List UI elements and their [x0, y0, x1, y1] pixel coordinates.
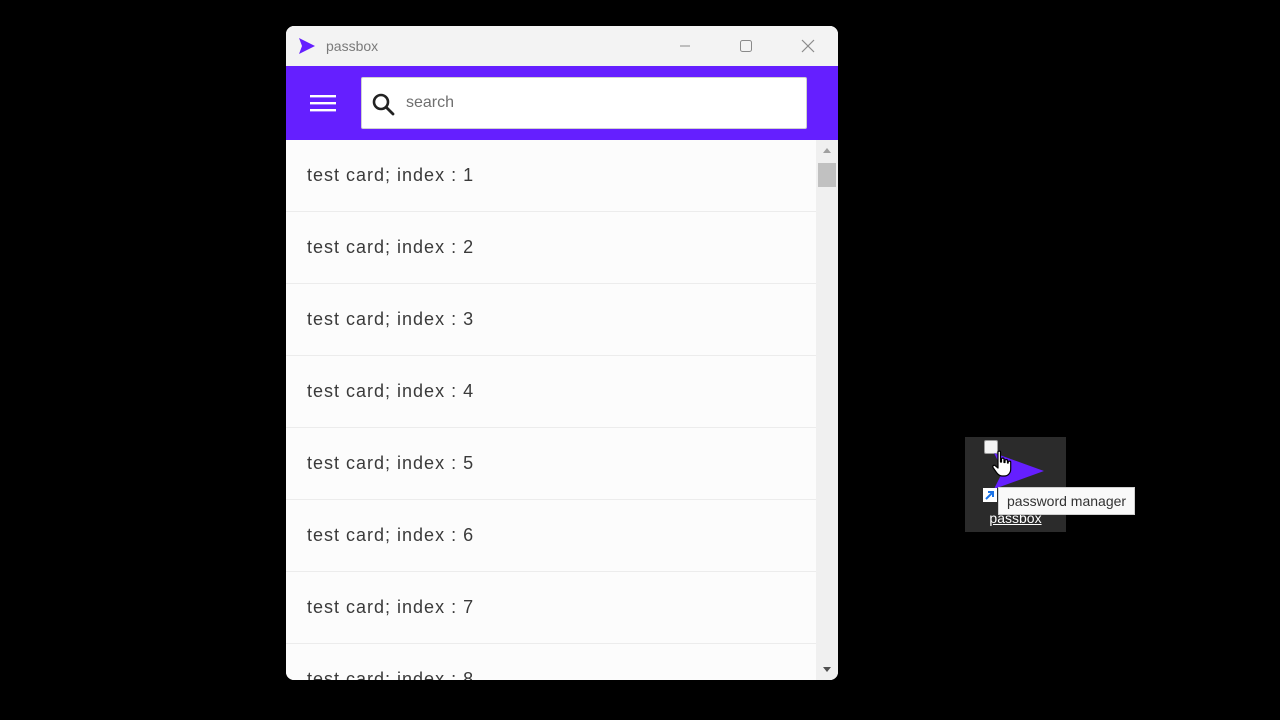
list-item-label: test card; index : 6 — [307, 525, 475, 545]
window-title: passbox — [326, 38, 379, 54]
list-item-label: test card; index : 2 — [307, 237, 475, 257]
list-item-label: test card; index : 7 — [307, 597, 475, 617]
list-item-label: test card; index : 1 — [307, 165, 475, 185]
search-box[interactable] — [361, 77, 807, 129]
caret-down-icon — [823, 667, 831, 672]
hand-pointer-icon — [992, 450, 1012, 477]
app-window: passbox search test card; index: 1 test… — [286, 26, 838, 680]
caret-up-icon — [823, 148, 831, 153]
minimize-button[interactable] — [662, 26, 708, 66]
close-button[interactable] — [785, 26, 831, 66]
desktop: passbox search test card; index: 1 test… — [0, 0, 1280, 720]
minimize-icon — [680, 45, 690, 47]
list-item[interactable]: test card; index : 1 — [286, 140, 816, 212]
send-arrow-icon — [299, 38, 315, 54]
search-icon — [372, 93, 395, 116]
list-item-label: test card; index : 8 — [307, 669, 475, 680]
maximize-icon — [740, 40, 752, 52]
shortcut-arrow-icon — [983, 488, 997, 502]
list-item[interactable]: test card; index : 8 — [286, 644, 816, 680]
list-item-label: test card; index : 5 — [307, 453, 475, 473]
list-item[interactable]: test card; index : 7 — [286, 572, 816, 644]
hamburger-menu-icon — [310, 95, 336, 112]
card-list: test card; index : 1 test card; index : … — [286, 140, 816, 680]
list-item-label: test card; index : 3 — [307, 309, 475, 329]
vertical-scrollbar[interactable] — [816, 140, 838, 680]
list-item-label: test card; index : 4 — [307, 381, 475, 401]
menu-button[interactable] — [306, 88, 340, 118]
title-bar[interactable]: passbox — [286, 26, 838, 66]
search-input[interactable] — [406, 79, 796, 127]
app-bar — [286, 66, 838, 140]
list-item[interactable]: test card; index : 3 — [286, 284, 816, 356]
tooltip: password manager — [998, 487, 1136, 515]
list-item[interactable]: test card; index : 6 — [286, 500, 816, 572]
maximize-button[interactable] — [723, 26, 769, 66]
scroll-up-button[interactable] — [816, 140, 838, 160]
desktop-shortcut[interactable]: passbox — [965, 437, 1066, 532]
list-item[interactable]: test card; index : 2 — [286, 212, 816, 284]
scroll-down-button[interactable] — [816, 660, 838, 680]
close-icon — [801, 39, 815, 53]
list-item[interactable]: test card; index : 4 — [286, 356, 816, 428]
scroll-thumb[interactable] — [818, 163, 836, 187]
list-item[interactable]: test card; index : 5 — [286, 428, 816, 500]
